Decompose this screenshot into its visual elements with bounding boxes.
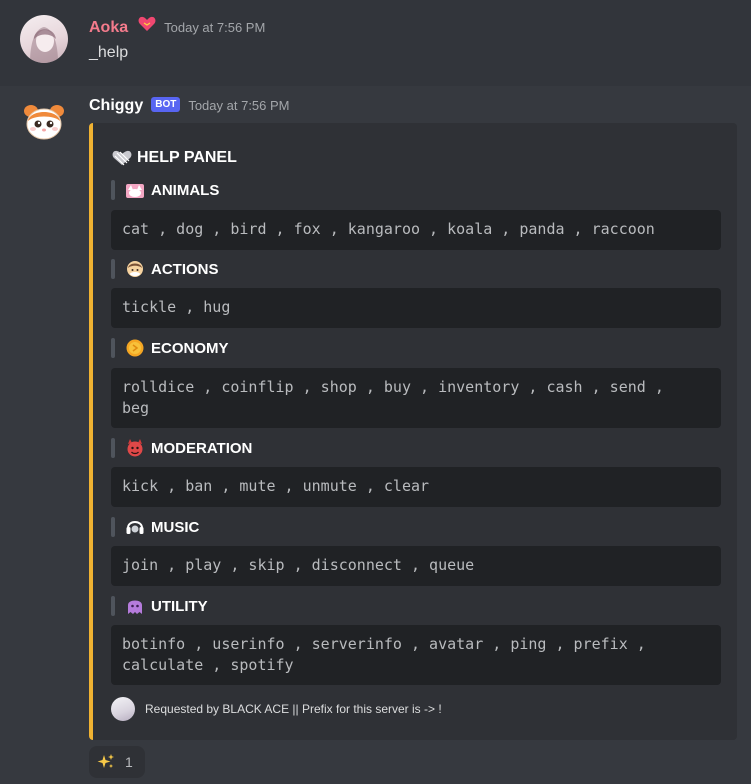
field-value-moderation: kick , ban , mute , unmute , clear xyxy=(111,467,721,507)
footer-avatar xyxy=(111,697,135,721)
headphones-emoji-icon xyxy=(126,521,144,534)
coin-emoji-icon xyxy=(126,339,144,357)
field-label: UTILITY xyxy=(151,597,208,615)
embed-footer: Requested by BLACK ACE || Prefix for thi… xyxy=(111,697,442,721)
field-value-utility: botinfo , userinfo , serverinfo , avatar… xyxy=(111,625,721,685)
quote-bar xyxy=(111,438,115,458)
field-label: MODERATION xyxy=(151,439,253,457)
quote-bar xyxy=(111,596,115,616)
field-name-music: MUSIC xyxy=(111,516,199,538)
field-name-utility: UTILITY xyxy=(111,595,208,617)
quote-bar xyxy=(111,517,115,537)
timestamp: Today at 7:56 PM xyxy=(188,98,290,113)
field-value-music: join , play , skip , disconnect , queue xyxy=(111,546,721,586)
hug-emoji-icon xyxy=(127,261,143,277)
quote-bar xyxy=(111,259,115,279)
field-name-animals: ANIMALS xyxy=(111,179,219,201)
field-value-economy: rolldice , coinflip , shop , buy , inven… xyxy=(111,368,721,428)
message-header: Chiggy BOT Today at 7:56 PM xyxy=(89,97,290,115)
username[interactable]: Aoka xyxy=(89,19,128,37)
field-label: MUSIC xyxy=(151,518,200,536)
ghost-emoji-icon xyxy=(128,600,142,614)
timestamp: Today at 7:56 PM xyxy=(164,20,266,35)
avatar[interactable] xyxy=(20,15,68,63)
avatar[interactable] xyxy=(20,97,68,145)
sparkles-icon xyxy=(97,754,114,768)
cat-emoji-icon xyxy=(126,184,144,198)
devil-emoji-icon xyxy=(127,439,143,457)
username[interactable]: Chiggy xyxy=(89,97,143,115)
help-embed: HELP PANEL ANIMALS cat , dog , bird , fo… xyxy=(89,123,737,740)
field-label: ECONOMY xyxy=(151,339,229,357)
field-label: ANIMALS xyxy=(151,181,220,199)
heart-emoji-icon xyxy=(112,150,132,166)
field-name-moderation: MODERATION xyxy=(111,437,252,459)
message-content: _help xyxy=(89,44,129,61)
embed-title: HELP PANEL xyxy=(111,149,237,167)
message-header: Aoka Today at 7:56 PM xyxy=(89,16,265,37)
field-value-animals: cat , dog , bird , fox , kangaroo , koal… xyxy=(111,210,721,250)
field-name-economy: ECONOMY xyxy=(111,337,229,359)
field-label: ACTIONS xyxy=(151,260,219,278)
bot-tag: BOT xyxy=(151,97,181,112)
reaction-count: 1 xyxy=(125,754,133,770)
field-name-actions: ACTIONS xyxy=(111,258,219,280)
field-value-actions: tickle , hug xyxy=(111,288,721,328)
quote-bar xyxy=(111,180,115,200)
footer-text: Requested by BLACK ACE || Prefix for thi… xyxy=(145,702,442,716)
heart-emoji-icon xyxy=(138,16,156,32)
reaction-button[interactable]: 1 xyxy=(89,746,145,778)
message-aoka: Aoka Today at 7:56 PM _help xyxy=(0,0,751,86)
embed-title-text: HELP PANEL xyxy=(137,149,237,166)
quote-bar xyxy=(111,338,115,358)
